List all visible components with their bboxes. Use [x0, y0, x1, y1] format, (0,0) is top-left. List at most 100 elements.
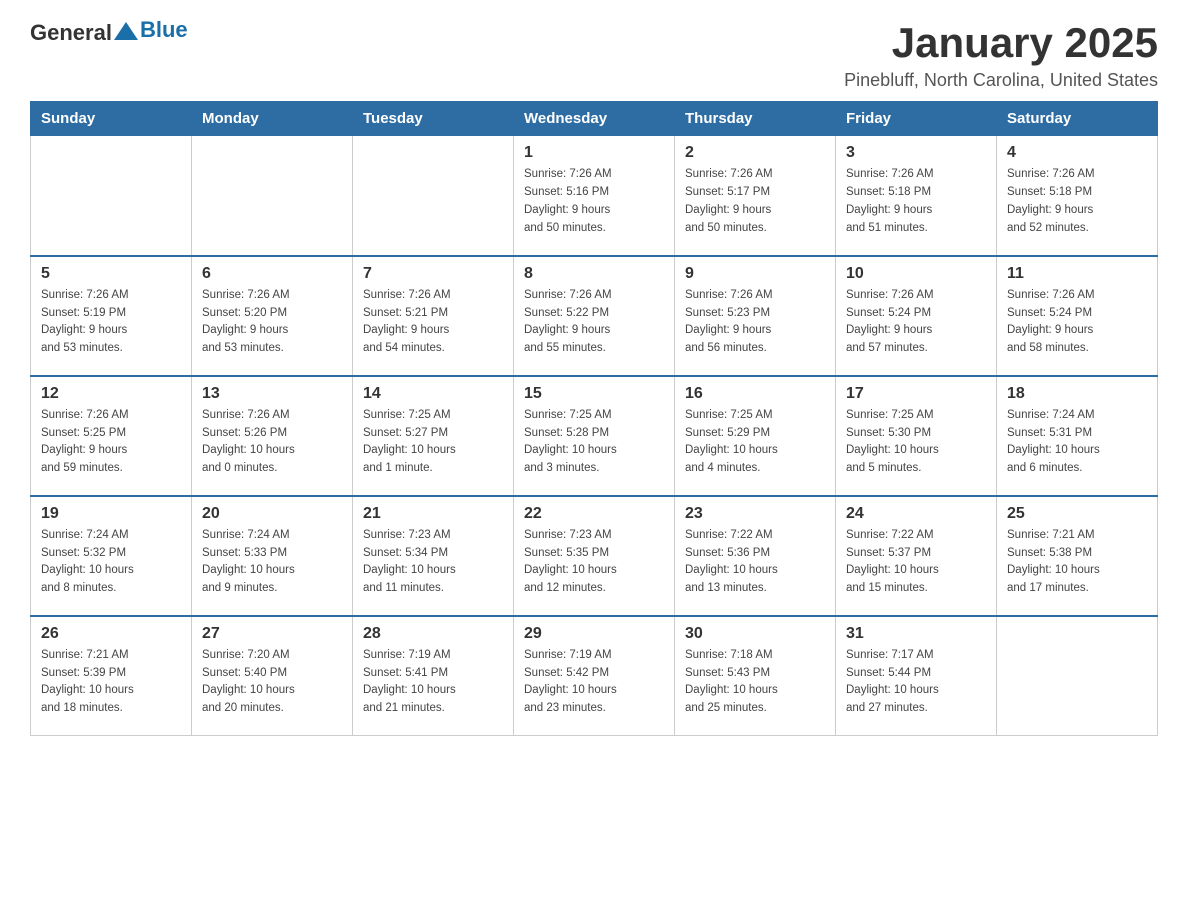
- weekday-header-tuesday: Tuesday: [353, 102, 514, 136]
- day-number: 2: [685, 144, 825, 162]
- day-number: 26: [41, 625, 181, 643]
- calendar-cell: 21 Sunrise: 7:23 AM Sunset: 5:34 PM Dayli…: [353, 496, 514, 616]
- day-info: Sunrise: 7:19 AM Sunset: 5:42 PM Dayligh…: [524, 647, 664, 718]
- logo-text-blue: Blue: [140, 17, 188, 42]
- day-info: Sunrise: 7:26 AM Sunset: 5:19 PM Dayligh…: [41, 287, 181, 358]
- calendar-cell: [997, 616, 1158, 736]
- calendar-week-row-5: 26Sunrise: 7:21 AM Sunset: 5:39 PM Dayli…: [31, 616, 1158, 736]
- calendar-cell: 13Sunrise: 7:26 AM Sunset: 5:26 PM Dayli…: [192, 376, 353, 496]
- calendar-week-row-1: 1 Sunrise: 7:26 AM Sunset: 5:16 PM Daylig…: [31, 136, 1158, 256]
- calendar-cell: 31 Sunrise: 7:17 AM Sunset: 5:44 PM Dayli…: [836, 616, 997, 736]
- calendar-cell: 24 Sunrise: 7:22 AM Sunset: 5:37 PM Dayli…: [836, 496, 997, 616]
- day-number: 30: [685, 625, 825, 643]
- calendar-cell: 28 Sunrise: 7:19 AM Sunset: 5:41 PM Dayli…: [353, 616, 514, 736]
- location-title: Pinebluff, North Carolina, United States: [844, 70, 1158, 91]
- calendar-cell: 4 Sunrise: 7:26 AM Sunset: 5:18 PM Daylig…: [997, 136, 1158, 256]
- calendar-cell: 7 Sunrise: 7:26 AM Sunset: 5:21 PM Daylig…: [353, 256, 514, 376]
- logo-text-general: General: [30, 20, 112, 46]
- day-info: Sunrise: 7:25 AM Sunset: 5:27 PM Dayligh…: [363, 407, 503, 478]
- day-info: Sunrise: 7:26 AM Sunset: 5:16 PM Dayligh…: [524, 166, 664, 237]
- calendar-cell: 18 Sunrise: 7:24 AM Sunset: 5:31 PM Dayli…: [997, 376, 1158, 496]
- day-info: Sunrise: 7:26 AM Sunset: 5:22 PM Dayligh…: [524, 287, 664, 358]
- day-number: 1: [524, 144, 664, 162]
- calendar-cell: 26Sunrise: 7:21 AM Sunset: 5:39 PM Dayli…: [31, 616, 192, 736]
- calendar-cell: 5 Sunrise: 7:26 AM Sunset: 5:19 PM Daylig…: [31, 256, 192, 376]
- day-info: Sunrise: 7:17 AM Sunset: 5:44 PM Dayligh…: [846, 647, 986, 718]
- day-number: 20: [202, 505, 342, 523]
- day-info: Sunrise: 7:25 AM Sunset: 5:29 PM Dayligh…: [685, 407, 825, 478]
- page-header: General Blue January 2025 Pinebluff, Nor…: [30, 20, 1158, 91]
- day-number: 17: [846, 385, 986, 403]
- day-info: Sunrise: 7:26 AM Sunset: 5:18 PM Dayligh…: [846, 166, 986, 237]
- day-info: Sunrise: 7:24 AM Sunset: 5:33 PM Dayligh…: [202, 527, 342, 598]
- calendar-week-row-4: 19 Sunrise: 7:24 AM Sunset: 5:32 PM Dayli…: [31, 496, 1158, 616]
- calendar-cell: 20 Sunrise: 7:24 AM Sunset: 5:33 PM Dayli…: [192, 496, 353, 616]
- month-title: January 2025: [844, 20, 1158, 66]
- calendar-cell: 19 Sunrise: 7:24 AM Sunset: 5:32 PM Dayli…: [31, 496, 192, 616]
- day-number: 28: [363, 625, 503, 643]
- day-number: 18: [1007, 385, 1147, 403]
- day-number: 16: [685, 385, 825, 403]
- calendar-cell: 29Sunrise: 7:19 AM Sunset: 5:42 PM Dayli…: [514, 616, 675, 736]
- day-info: Sunrise: 7:25 AM Sunset: 5:30 PM Dayligh…: [846, 407, 986, 478]
- calendar-cell: [192, 136, 353, 256]
- day-info: Sunrise: 7:23 AM Sunset: 5:34 PM Dayligh…: [363, 527, 503, 598]
- day-number: 22: [524, 505, 664, 523]
- day-number: 11: [1007, 265, 1147, 283]
- weekday-header-sunday: Sunday: [31, 102, 192, 136]
- day-info: Sunrise: 7:19 AM Sunset: 5:41 PM Dayligh…: [363, 647, 503, 718]
- calendar-cell: 1 Sunrise: 7:26 AM Sunset: 5:16 PM Daylig…: [514, 136, 675, 256]
- calendar-week-row-2: 5 Sunrise: 7:26 AM Sunset: 5:19 PM Daylig…: [31, 256, 1158, 376]
- day-number: 12: [41, 385, 181, 403]
- weekday-header-monday: Monday: [192, 102, 353, 136]
- day-info: Sunrise: 7:20 AM Sunset: 5:40 PM Dayligh…: [202, 647, 342, 718]
- calendar-cell: 14 Sunrise: 7:25 AM Sunset: 5:27 PM Dayli…: [353, 376, 514, 496]
- day-info: Sunrise: 7:22 AM Sunset: 5:37 PM Dayligh…: [846, 527, 986, 598]
- calendar-cell: 2 Sunrise: 7:26 AM Sunset: 5:17 PM Daylig…: [675, 136, 836, 256]
- day-number: 8: [524, 265, 664, 283]
- weekday-header-saturday: Saturday: [997, 102, 1158, 136]
- day-number: 15: [524, 385, 664, 403]
- day-number: 3: [846, 144, 986, 162]
- calendar-cell: [31, 136, 192, 256]
- day-number: 6: [202, 265, 342, 283]
- day-info: Sunrise: 7:26 AM Sunset: 5:24 PM Dayligh…: [1007, 287, 1147, 358]
- calendar-cell: 23Sunrise: 7:22 AM Sunset: 5:36 PM Dayli…: [675, 496, 836, 616]
- day-info: Sunrise: 7:26 AM Sunset: 5:20 PM Dayligh…: [202, 287, 342, 358]
- weekday-header-friday: Friday: [836, 102, 997, 136]
- day-number: 23: [685, 505, 825, 523]
- calendar-cell: 16 Sunrise: 7:25 AM Sunset: 5:29 PM Dayli…: [675, 376, 836, 496]
- day-number: 5: [41, 265, 181, 283]
- day-info: Sunrise: 7:24 AM Sunset: 5:32 PM Dayligh…: [41, 527, 181, 598]
- day-number: 14: [363, 385, 503, 403]
- calendar-table: SundayMondayTuesdayWednesdayThursdayFrid…: [30, 101, 1158, 736]
- calendar-cell: 9Sunrise: 7:26 AM Sunset: 5:23 PM Daylig…: [675, 256, 836, 376]
- day-info: Sunrise: 7:21 AM Sunset: 5:38 PM Dayligh…: [1007, 527, 1147, 598]
- day-info: Sunrise: 7:26 AM Sunset: 5:18 PM Dayligh…: [1007, 166, 1147, 237]
- day-info: Sunrise: 7:24 AM Sunset: 5:31 PM Dayligh…: [1007, 407, 1147, 478]
- calendar-cell: 17 Sunrise: 7:25 AM Sunset: 5:30 PM Dayli…: [836, 376, 997, 496]
- day-number: 4: [1007, 144, 1147, 162]
- day-info: Sunrise: 7:26 AM Sunset: 5:17 PM Dayligh…: [685, 166, 825, 237]
- day-info: Sunrise: 7:25 AM Sunset: 5:28 PM Dayligh…: [524, 407, 664, 478]
- day-number: 7: [363, 265, 503, 283]
- calendar-cell: 25Sunrise: 7:21 AM Sunset: 5:38 PM Dayli…: [997, 496, 1158, 616]
- calendar-cell: 8 Sunrise: 7:26 AM Sunset: 5:22 PM Daylig…: [514, 256, 675, 376]
- day-info: Sunrise: 7:26 AM Sunset: 5:21 PM Dayligh…: [363, 287, 503, 358]
- calendar-cell: 15 Sunrise: 7:25 AM Sunset: 5:28 PM Dayli…: [514, 376, 675, 496]
- logo: General Blue: [30, 20, 188, 46]
- day-number: 31: [846, 625, 986, 643]
- day-number: 19: [41, 505, 181, 523]
- day-number: 21: [363, 505, 503, 523]
- day-number: 9: [685, 265, 825, 283]
- day-number: 24: [846, 505, 986, 523]
- calendar-cell: [353, 136, 514, 256]
- day-info: Sunrise: 7:23 AM Sunset: 5:35 PM Dayligh…: [524, 527, 664, 598]
- weekday-header-thursday: Thursday: [675, 102, 836, 136]
- logo-triangle-icon: [114, 22, 138, 40]
- day-number: 13: [202, 385, 342, 403]
- calendar-cell: 22 Sunrise: 7:23 AM Sunset: 5:35 PM Dayli…: [514, 496, 675, 616]
- title-block: January 2025 Pinebluff, North Carolina, …: [844, 20, 1158, 91]
- calendar-cell: 6 Sunrise: 7:26 AM Sunset: 5:20 PM Daylig…: [192, 256, 353, 376]
- calendar-cell: 12Sunrise: 7:26 AM Sunset: 5:25 PM Dayli…: [31, 376, 192, 496]
